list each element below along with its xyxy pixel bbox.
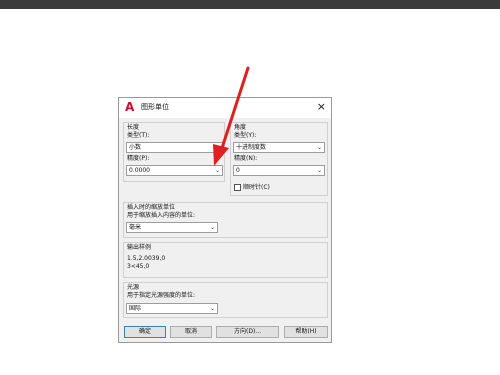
angle-precision-label: 精度(N): <box>234 155 258 162</box>
length-precision-value: 0.0000 <box>129 167 150 174</box>
direction-button[interactable]: 方向(D)... <box>216 326 279 338</box>
chevron-down-icon: ⌄ <box>316 144 322 151</box>
lighting-heading: 光源 <box>127 284 140 291</box>
lighting-value: 国际 <box>129 305 142 312</box>
chevron-down-icon: ⌄ <box>316 167 322 174</box>
cancel-button[interactable]: 取消 <box>170 326 212 338</box>
autocad-logo-icon: A <box>125 100 135 114</box>
chevron-down-icon: ⌄ <box>214 167 220 174</box>
clockwise-label: 顺时针(C) <box>243 184 270 191</box>
clockwise-checkbox[interactable] <box>234 184 241 191</box>
sample-output-heading: 输出样例 <box>127 244 152 251</box>
angle-precision-select[interactable]: 0 ⌄ <box>233 165 325 176</box>
angle-heading: 角度 <box>234 124 247 131</box>
window-top-bar <box>0 0 500 9</box>
length-heading: 长度 <box>127 124 140 131</box>
insert-scale-select[interactable]: 毫米 ⌄ <box>126 222 218 233</box>
chevron-down-icon: ⌄ <box>209 224 215 231</box>
length-type-value: 小数 <box>129 144 142 151</box>
lighting-select[interactable]: 国际 ⌄ <box>126 303 218 314</box>
sample-output-line-2: 3<45,0 <box>127 263 150 270</box>
angle-precision-value: 0 <box>236 167 240 174</box>
chevron-down-icon: ⌄ <box>209 305 215 312</box>
angle-type-label: 类型(Y): <box>234 132 257 139</box>
ok-button[interactable]: 确定 <box>124 326 166 338</box>
dialog-title: 图形单位 <box>141 103 169 111</box>
chevron-down-icon: ⌄ <box>214 144 220 151</box>
angle-type-value: 十进制度数 <box>236 144 267 151</box>
insert-scale-heading: 插入时的缩放单位 <box>127 204 176 211</box>
drawing-units-dialog: A 图形单位 × 长度 类型(T): 小数 ⌄ 精度(P): 0.0000 ⌄ … <box>118 97 332 343</box>
help-button[interactable]: 帮助(H) <box>284 326 328 338</box>
length-type-select[interactable]: 小数 ⌄ <box>126 142 223 153</box>
angle-type-select[interactable]: 十进制度数 ⌄ <box>233 142 325 153</box>
insert-scale-desc: 用于缩放插入内容的单位: <box>127 212 196 219</box>
dialog-titlebar: A 图形单位 × <box>119 98 331 118</box>
sample-output-line-1: 1.5,2.0039,0 <box>127 255 166 262</box>
close-button[interactable]: × <box>317 100 326 114</box>
length-precision-select[interactable]: 0.0000 ⌄ <box>126 165 223 176</box>
length-type-label: 类型(T): <box>127 132 150 139</box>
insert-scale-value: 毫米 <box>129 224 142 231</box>
lighting-desc: 用于指定光源强度的单位: <box>127 292 196 299</box>
length-precision-label: 精度(P): <box>127 155 150 162</box>
